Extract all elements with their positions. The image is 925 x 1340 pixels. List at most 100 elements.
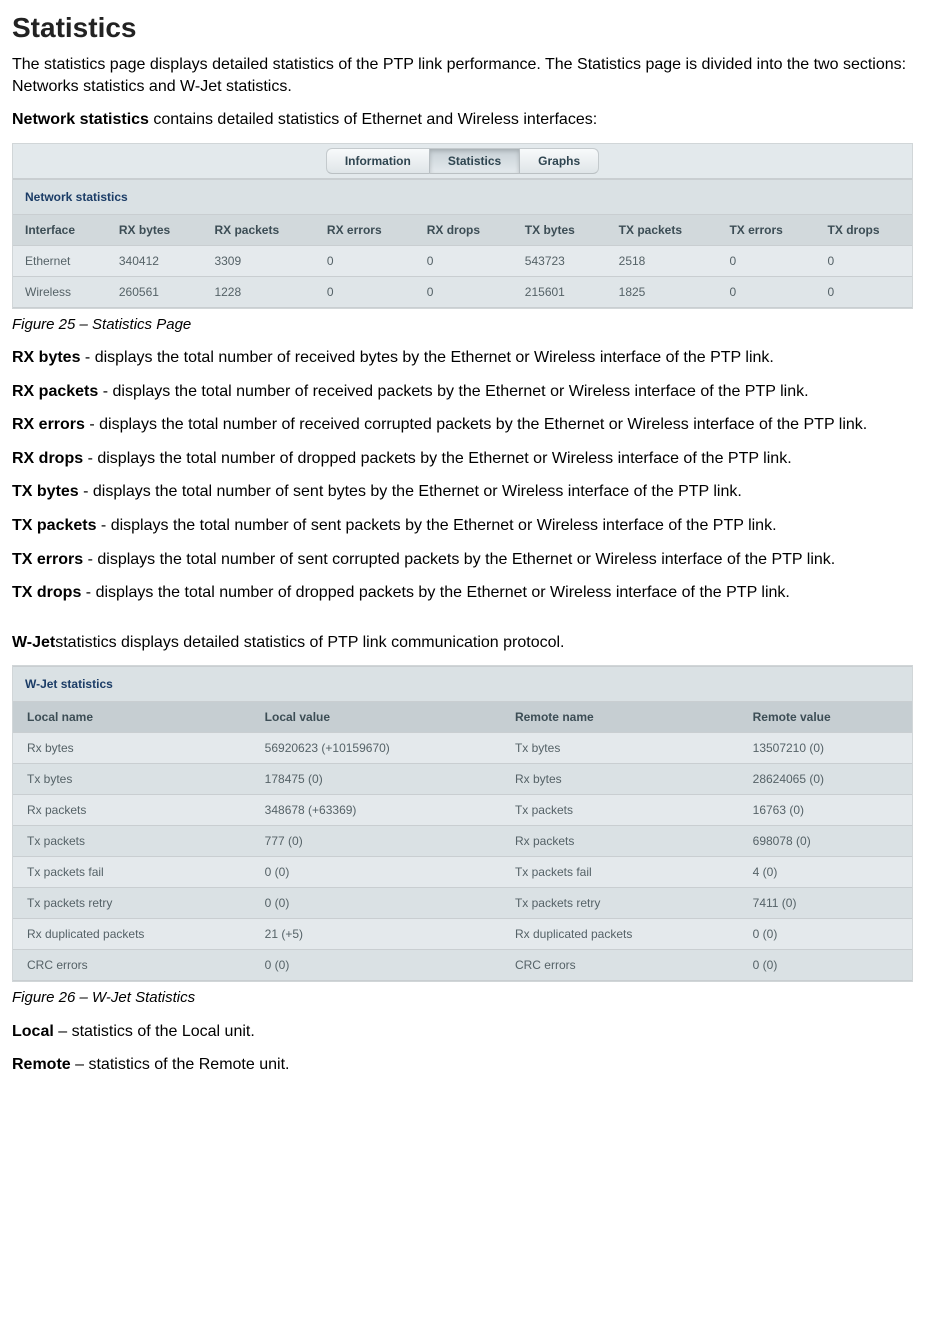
cell-txb: 215601: [513, 276, 607, 307]
col-remote-value: Remote value: [739, 702, 912, 733]
def-desc: - displays the total number of sent pack…: [96, 517, 776, 534]
wjet-section-title: W-Jet statistics: [13, 666, 912, 702]
col-local-value: Local value: [251, 702, 501, 733]
intro-paragraph: The statistics page displays detailed st…: [12, 54, 913, 97]
table-row: CRC errors 0 (0) CRC errors 0 (0): [13, 950, 912, 981]
cell-ln: Tx packets: [13, 826, 251, 857]
cell-ln: Rx packets: [13, 795, 251, 826]
cell-rv: 698078 (0): [739, 826, 912, 857]
cell-txp: 1825: [607, 276, 718, 307]
def-rx-drops: RX drops - displays the total number of …: [12, 448, 913, 470]
col-rx-packets: RX packets: [202, 215, 314, 246]
def-remote: Remote – statistics of the Remote unit.: [12, 1054, 913, 1076]
cell-lv: 348678 (+63369): [251, 795, 501, 826]
cell-lv: 0 (0): [251, 888, 501, 919]
def-tx-errors: TX errors - displays the total number of…: [12, 549, 913, 571]
cell-rxp: 1228: [202, 276, 314, 307]
col-tx-bytes: TX bytes: [513, 215, 607, 246]
page-title: Statistics: [12, 12, 913, 44]
network-stats-desc: contains detailed statistics of Ethernet…: [149, 111, 597, 128]
def-tx-packets: TX packets - displays the total number o…: [12, 515, 913, 537]
cell-lv: 21 (+5): [251, 919, 501, 950]
cell-rxd: 0: [415, 245, 513, 276]
cell-ln: Rx duplicated packets: [13, 919, 251, 950]
cell-ln: Tx packets retry: [13, 888, 251, 919]
table-header-row: Interface RX bytes RX packets RX errors …: [13, 215, 912, 246]
cell-ln: CRC errors: [13, 950, 251, 981]
cell-rn: Tx packets fail: [501, 857, 739, 888]
cell-rv: 13507210 (0): [739, 733, 912, 764]
cell-txd: 0: [816, 245, 912, 276]
table-row: Tx packets retry 0 (0) Tx packets retry …: [13, 888, 912, 919]
col-rx-errors: RX errors: [315, 215, 415, 246]
cell-lv: 777 (0): [251, 826, 501, 857]
cell-rn: Tx packets: [501, 795, 739, 826]
def-desc: – statistics of the Local unit.: [54, 1023, 255, 1040]
cell-ln: Tx packets fail: [13, 857, 251, 888]
cell-rv: 0 (0): [739, 919, 912, 950]
cell-rn: Tx packets retry: [501, 888, 739, 919]
cell-rxd: 0: [415, 276, 513, 307]
network-stats-panel: Information Statistics Graphs Network st…: [12, 143, 913, 309]
col-tx-drops: TX drops: [816, 215, 912, 246]
cell-rn: Tx bytes: [501, 733, 739, 764]
cell-rv: 0 (0): [739, 950, 912, 981]
tab-graphs[interactable]: Graphs: [520, 148, 599, 174]
cell-rv: 4 (0): [739, 857, 912, 888]
def-desc: - displays the total number of sent byte…: [79, 483, 742, 500]
col-interface: Interface: [13, 215, 107, 246]
table-row: Tx packets 777 (0) Rx packets 698078 (0): [13, 826, 912, 857]
table-row: Rx bytes 56920623 (+10159670) Tx bytes 1…: [13, 733, 912, 764]
cell-rxb: 340412: [107, 245, 203, 276]
col-tx-errors: TX errors: [717, 215, 815, 246]
wjet-intro: W-Jetstatistics displays detailed statis…: [12, 632, 913, 654]
wjet-stats-panel: W-Jet statistics Local name Local value …: [12, 665, 913, 982]
def-desc: - displays the total number of sent corr…: [83, 551, 835, 568]
wjet-intro-term: W-Jet: [12, 634, 55, 651]
network-stats-table: Interface RX bytes RX packets RX errors …: [13, 215, 912, 308]
col-rx-bytes: RX bytes: [107, 215, 203, 246]
def-desc: - displays the total number of dropped p…: [81, 584, 790, 601]
network-stats-intro: Network statistics contains detailed sta…: [12, 109, 913, 131]
table-row: Ethernet 340412 3309 0 0 543723 2518 0 0: [13, 245, 912, 276]
def-term: TX drops: [12, 584, 81, 601]
figure-26-caption: Figure 26 – W-Jet Statistics: [12, 988, 913, 1008]
cell-rv: 16763 (0): [739, 795, 912, 826]
cell-lv: 178475 (0): [251, 764, 501, 795]
def-rx-packets: RX packets - displays the total number o…: [12, 381, 913, 403]
cell-rxe: 0: [315, 245, 415, 276]
cell-rn: CRC errors: [501, 950, 739, 981]
def-term: TX bytes: [12, 483, 79, 500]
table-header-row: Local name Local value Remote name Remot…: [13, 702, 912, 733]
cell-rxp: 3309: [202, 245, 314, 276]
cell-lv: 0 (0): [251, 950, 501, 981]
cell-iface: Wireless: [13, 276, 107, 307]
cell-txp: 2518: [607, 245, 718, 276]
table-row: Wireless 260561 1228 0 0 215601 1825 0 0: [13, 276, 912, 307]
col-tx-packets: TX packets: [607, 215, 718, 246]
cell-txe: 0: [717, 245, 815, 276]
col-remote-name: Remote name: [501, 702, 739, 733]
def-desc: - displays the total number of received …: [85, 416, 867, 433]
cell-rn: Rx packets: [501, 826, 739, 857]
cell-rv: 28624065 (0): [739, 764, 912, 795]
table-row: Rx duplicated packets 21 (+5) Rx duplica…: [13, 919, 912, 950]
cell-txd: 0: [816, 276, 912, 307]
wjet-stats-table: Local name Local value Remote name Remot…: [13, 702, 912, 981]
def-term: Remote: [12, 1056, 71, 1073]
tab-statistics[interactable]: Statistics: [430, 148, 520, 174]
def-desc: - displays the total number of received …: [98, 383, 808, 400]
def-term: RX drops: [12, 450, 83, 467]
col-rx-drops: RX drops: [415, 215, 513, 246]
cell-txe: 0: [717, 276, 815, 307]
def-tx-bytes: TX bytes - displays the total number of …: [12, 481, 913, 503]
def-term: TX packets: [12, 517, 96, 534]
def-rx-bytes: RX bytes - displays the total number of …: [12, 347, 913, 369]
tab-information[interactable]: Information: [326, 148, 430, 174]
def-local: Local – statistics of the Local unit.: [12, 1021, 913, 1043]
col-local-name: Local name: [13, 702, 251, 733]
tab-bar: Information Statistics Graphs: [13, 144, 912, 179]
def-term: TX errors: [12, 551, 83, 568]
cell-rxb: 260561: [107, 276, 203, 307]
def-term: Local: [12, 1023, 54, 1040]
